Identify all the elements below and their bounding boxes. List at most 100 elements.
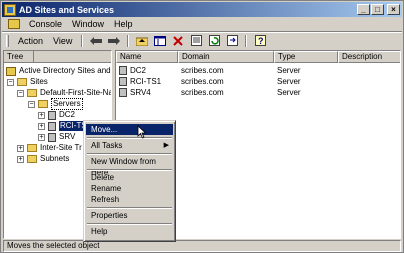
tree-header-fill <box>34 51 111 63</box>
menu-item-all-tasks[interactable]: All Tasks ▶ <box>86 140 173 151</box>
server-icon <box>119 66 127 75</box>
context-menu: Move... All Tasks ▶ New Window from Here… <box>83 120 176 242</box>
menu-bar: Console Window Help <box>2 17 402 31</box>
content-area: Tree Active Directory Sites and Se − Sit… <box>3 50 401 239</box>
tree-item-srv4-label: SRV <box>59 132 76 141</box>
minimize-button[interactable]: _ <box>357 4 370 15</box>
tree-item-site[interactable]: − Default-First-Site-Nam <box>17 88 112 98</box>
toolbar: Action View ? <box>2 33 402 48</box>
server-icon <box>48 132 56 142</box>
submenu-arrow-icon: ▶ <box>163 142 169 149</box>
mmc-window: AD Sites and Services _ □ × Console Wind… <box>0 0 404 253</box>
toolbar-grip[interactable] <box>6 34 9 47</box>
menu-item-refresh[interactable]: Refresh <box>86 194 173 205</box>
console-icon[interactable] <box>8 19 20 29</box>
properties-icon[interactable] <box>189 35 203 47</box>
tree-item-dc2-label: DC2 <box>59 110 76 119</box>
row-domain: scribes.com <box>181 66 224 75</box>
back-arrow-icon[interactable] <box>89 35 103 47</box>
title-bar[interactable]: AD Sites and Services _ □ × <box>2 2 402 17</box>
status-bar: Moves the selected object <box>3 240 401 252</box>
column-header-domain[interactable]: Domain <box>178 51 274 63</box>
view-menu[interactable]: View <box>48 36 77 46</box>
row-type: Server <box>277 77 301 86</box>
tree-item-intersite[interactable]: + Inter-Site Tr <box>17 143 82 153</box>
expand-icon[interactable]: + <box>38 133 45 141</box>
row-domain: scribes.com <box>181 88 224 97</box>
window-title: AD Sites and Services <box>19 4 115 15</box>
delete-icon[interactable] <box>171 35 185 47</box>
list-header-row: Name Domain Type Description <box>116 51 400 63</box>
collapse-icon[interactable]: − <box>17 89 24 97</box>
expand-icon[interactable]: + <box>38 111 45 119</box>
server-icon <box>48 121 56 131</box>
row-name: SRV4 <box>130 88 151 97</box>
menu-item-properties[interactable]: Properties <box>86 210 173 221</box>
tree-item-sites[interactable]: − Sites <box>7 77 48 87</box>
toolbar-separator <box>127 34 130 47</box>
row-name: DC2 <box>130 66 147 75</box>
server-icon <box>119 88 127 97</box>
menu-separator <box>87 153 172 155</box>
column-header-name[interactable]: Name <box>116 51 178 63</box>
sites-root-icon <box>6 66 16 76</box>
row-type: Server <box>277 66 301 75</box>
close-button[interactable]: × <box>387 4 400 15</box>
menu-item-new-window[interactable]: New Window from Here <box>86 156 173 177</box>
table-row[interactable]: DC2 scribes.com Server <box>116 65 400 76</box>
mouse-cursor-icon <box>137 125 147 139</box>
tree-item-srv4[interactable]: + SRV <box>38 132 75 142</box>
svg-text:?: ? <box>258 36 264 46</box>
menu-item-delete[interactable]: Delete <box>86 172 173 183</box>
table-row[interactable]: RCI-TS1 scribes.com Server <box>116 76 400 87</box>
site-icon <box>27 89 37 97</box>
maximize-button[interactable]: □ <box>371 4 384 15</box>
toolbar-separator <box>245 34 248 47</box>
column-header-description[interactable]: Description <box>338 51 400 63</box>
server-icon <box>48 110 56 120</box>
tree-item-servers[interactable]: − Servers <box>28 98 83 110</box>
menu-separator <box>87 169 172 171</box>
folder-icon <box>17 78 27 86</box>
menu-console[interactable]: Console <box>24 19 67 29</box>
menu-item-help[interactable]: Help <box>86 226 173 237</box>
expand-icon[interactable]: + <box>17 144 24 152</box>
tree-item-subnets[interactable]: + Subnets <box>17 154 69 164</box>
tree-item-intersite-label: Inter-Site Tr <box>40 143 82 152</box>
menu-separator <box>87 137 172 139</box>
show-tree-icon[interactable] <box>153 35 167 47</box>
tree-item-sites-label: Sites <box>30 77 48 86</box>
expand-icon[interactable]: + <box>17 155 24 163</box>
tree-item-servers-label: Servers <box>51 98 83 110</box>
menu-item-move[interactable]: Move... <box>86 124 173 135</box>
up-folder-icon[interactable] <box>135 35 149 47</box>
row-domain: scribes.com <box>181 77 224 86</box>
expand-icon[interactable]: + <box>38 122 45 130</box>
tree-item-root-label: Active Directory Sites and Se <box>19 66 111 75</box>
server-icon <box>119 77 127 86</box>
help-icon[interactable]: ? <box>253 35 267 47</box>
menu-item-rename[interactable]: Rename <box>86 183 173 194</box>
refresh-icon[interactable] <box>207 35 221 47</box>
menu-window[interactable]: Window <box>67 19 109 29</box>
action-menu[interactable]: Action <box>13 36 48 46</box>
collapse-icon[interactable]: − <box>7 78 14 86</box>
folder-icon <box>27 144 37 152</box>
tree-item-site-label: Default-First-Site-Nam <box>40 88 112 97</box>
export-icon[interactable] <box>225 35 239 47</box>
app-icon <box>4 3 16 16</box>
tree-tab[interactable]: Tree <box>4 51 34 63</box>
row-type: Server <box>277 88 301 97</box>
folder-icon <box>38 100 48 108</box>
collapse-icon[interactable]: − <box>28 100 35 108</box>
toolbar-separator <box>81 34 84 47</box>
row-name: RCI-TS1 <box>130 77 162 86</box>
folder-icon <box>27 155 37 163</box>
tree-item-root[interactable]: Active Directory Sites and Se <box>6 66 111 76</box>
menu-help[interactable]: Help <box>109 19 138 29</box>
table-row[interactable]: SRV4 scribes.com Server <box>116 87 400 98</box>
forward-arrow-icon[interactable] <box>107 35 121 47</box>
tree-item-subnets-label: Subnets <box>40 154 70 163</box>
tree-item-dc2[interactable]: + DC2 <box>38 110 75 120</box>
column-header-type[interactable]: Type <box>274 51 338 63</box>
